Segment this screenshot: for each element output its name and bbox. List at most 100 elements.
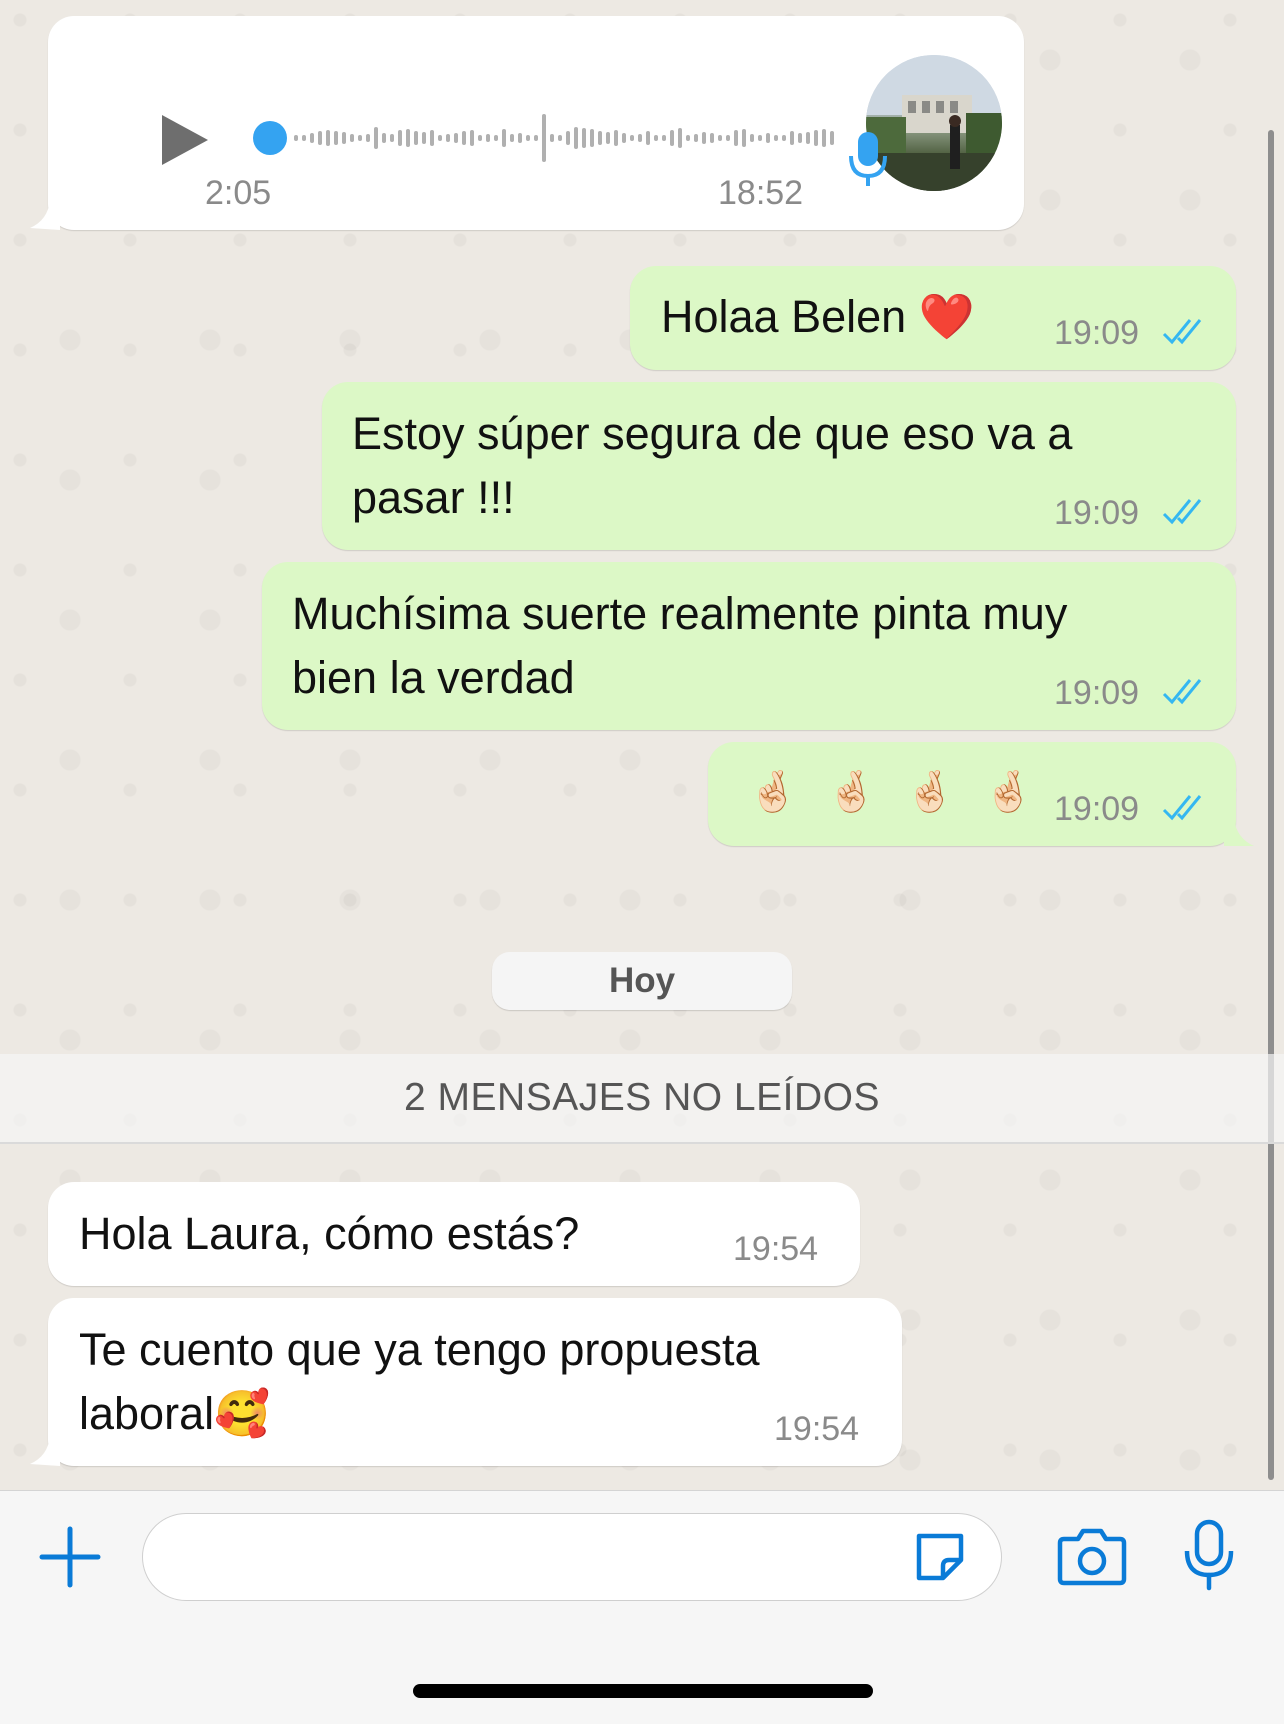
waveform-bar <box>606 132 610 144</box>
read-receipt-icon <box>1162 679 1202 705</box>
waveform-bar <box>654 135 658 141</box>
waveform-bar <box>374 127 378 149</box>
waveform-bar <box>734 130 738 146</box>
message-time: 19:09 <box>1054 674 1140 712</box>
waveform-bar <box>478 135 482 141</box>
outgoing-message[interactable]: 🤞🏻 🤞🏻 🤞🏻 🤞🏻 19:09 <box>708 742 1236 846</box>
outgoing-message[interactable]: Estoy súper segura de que eso va a pasar… <box>322 382 1236 550</box>
outgoing-message[interactable]: Holaa Belen ❤️ 19:09 <box>630 266 1236 370</box>
waveform-bar <box>670 130 674 146</box>
message-time: 19:54 <box>774 1410 860 1448</box>
voice-duration: 2:05 <box>205 174 272 212</box>
waveform-bar <box>518 133 522 143</box>
waveform-bar <box>646 131 650 145</box>
waveform-bar <box>494 135 498 141</box>
waveform-bar <box>390 134 394 142</box>
message-text-line-1: Muchísima suerte realmente pinta muy <box>292 588 1068 639</box>
waveform-bar <box>510 134 514 142</box>
chat-area[interactable]: 2:05 18:52 Holaa Belen ❤️ 19:09 Estoy sú… <box>0 0 1284 1490</box>
waveform-bar <box>702 132 706 144</box>
waveform-bar <box>742 129 746 147</box>
waveform[interactable] <box>248 108 858 168</box>
bubble-tail <box>1224 818 1254 846</box>
microphone-icon[interactable] <box>1183 1519 1235 1591</box>
waveform-bar <box>758 135 762 141</box>
waveform-bar <box>534 135 538 141</box>
waveform-bar <box>718 135 722 141</box>
waveform-bar <box>502 129 506 147</box>
waveform-bar <box>798 133 802 143</box>
message-text-line-2: pasar !!! <box>352 472 515 523</box>
waveform-bar <box>766 133 770 143</box>
message-input[interactable] <box>142 1513 1002 1601</box>
waveform-bar <box>662 135 666 141</box>
waveform-bar <box>630 135 634 141</box>
waveform-bar <box>694 134 698 142</box>
voice-message-time: 18:52 <box>718 174 804 212</box>
message-text-line-2: bien la verdad <box>292 652 575 703</box>
waveform-bar <box>350 134 354 142</box>
waveform-bar <box>470 130 474 146</box>
voice-note-mic-icon <box>849 132 887 186</box>
waveform-bar <box>638 134 642 142</box>
message-time: 19:54 <box>733 1230 819 1268</box>
waveform-bar <box>830 131 834 145</box>
read-receipt-icon <box>1162 499 1202 525</box>
waveform-bar <box>462 131 466 145</box>
message-text: Hola Laura, cómo estás? <box>79 1208 580 1259</box>
waveform-bar <box>438 135 442 141</box>
camera-icon[interactable] <box>1056 1527 1128 1587</box>
waveform-bar <box>582 128 586 148</box>
waveform-bar <box>318 131 322 145</box>
message-text-line-2: laboral🥰 <box>79 1388 271 1439</box>
waveform-bar <box>526 135 530 141</box>
message-text-line-1: Estoy súper segura de que eso va a <box>352 408 1073 459</box>
plus-icon[interactable] <box>38 1525 102 1589</box>
message-text-line-1: Te cuento que ya tengo propuesta <box>79 1324 760 1375</box>
message-text-emoji: 🤞🏻 🤞🏻 🤞🏻 🤞🏻 <box>748 769 1042 815</box>
message-time: 19:09 <box>1054 790 1140 828</box>
waveform-bar <box>550 134 554 142</box>
day-separator-label: Hoy <box>608 961 676 1000</box>
waveform-bar <box>822 129 826 147</box>
waveform-bar <box>686 135 690 141</box>
message-text: Holaa Belen ❤️ <box>661 291 975 342</box>
waveform-bar <box>398 130 402 146</box>
waveform-bar <box>750 134 754 142</box>
bubble-tail <box>30 200 60 230</box>
waveform-bar <box>326 130 330 146</box>
waveform-bar <box>430 130 434 146</box>
waveform-bar <box>710 133 714 143</box>
waveform-bar <box>446 134 450 142</box>
waveform-bar <box>366 134 370 142</box>
waveform-bar <box>358 135 362 141</box>
waveform-bar <box>558 135 562 141</box>
waveform-bar <box>566 131 570 145</box>
waveform-bar <box>406 129 410 147</box>
message-time: 19:09 <box>1054 494 1140 532</box>
waveform-bar <box>334 131 338 145</box>
waveform-bar <box>726 135 730 141</box>
waveform-bar <box>294 135 298 141</box>
waveform-bar <box>486 134 490 142</box>
waveform-bar <box>454 133 458 143</box>
incoming-message[interactable]: Hola Laura, cómo estás? 19:54 <box>48 1182 860 1286</box>
play-icon[interactable] <box>160 113 210 167</box>
message-time: 19:09 <box>1054 314 1140 352</box>
waveform-bar <box>598 131 602 145</box>
scrollbar[interactable] <box>1268 130 1274 1480</box>
waveform-bar <box>342 132 346 144</box>
outgoing-message[interactable]: Muchísima suerte realmente pinta muy bie… <box>262 562 1236 730</box>
waveform-bar <box>774 135 778 141</box>
waveform-bar <box>382 133 386 143</box>
waveform-bar <box>622 133 626 143</box>
waveform-bar <box>782 135 786 141</box>
sticker-icon[interactable] <box>911 1528 969 1586</box>
home-indicator[interactable] <box>413 1684 873 1698</box>
bubble-tail <box>30 1436 60 1466</box>
incoming-message[interactable]: Te cuento que ya tengo propuesta laboral… <box>48 1298 902 1466</box>
waveform-bar <box>614 130 618 146</box>
voice-message-bubble[interactable]: 2:05 18:52 <box>48 16 1024 230</box>
waveform-bar <box>310 133 314 143</box>
read-receipt-icon <box>1162 795 1202 821</box>
